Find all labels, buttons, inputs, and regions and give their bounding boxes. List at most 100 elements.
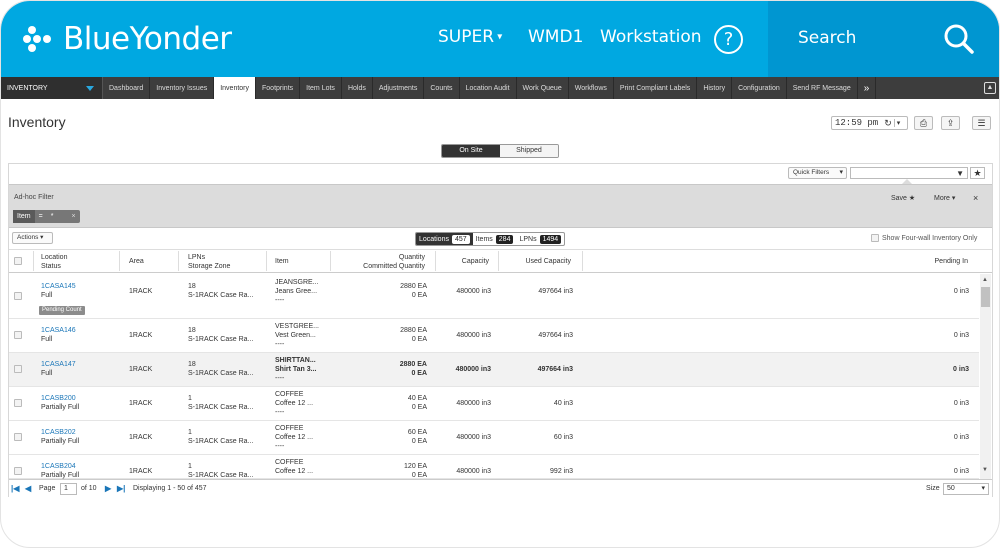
four-wall-label: Show Four-wall Inventory Only: [882, 234, 978, 242]
quantity-cell: 2880 EA: [400, 327, 427, 334]
funnel-icon[interactable]: ▼: [956, 169, 964, 178]
col-quantity[interactable]: Quantity Committed Quantity: [331, 253, 425, 271]
tab-counts[interactable]: Counts: [424, 77, 460, 99]
quantity-cell: 60 EA: [407, 429, 427, 436]
used-capacity-cell: 60 in3: [553, 434, 573, 441]
location-link[interactable]: 1CASA147: [41, 360, 76, 369]
actions-dropdown[interactable]: Actions ▾: [12, 232, 53, 244]
save-filter-button[interactable]: Save ★: [891, 194, 915, 202]
location-link[interactable]: 1CASB202: [41, 428, 76, 437]
used-capacity-cell: 497664 in3: [538, 332, 573, 339]
table-row[interactable]: [9, 387, 979, 421]
tab-history[interactable]: History: [697, 77, 733, 99]
count-badge: 284: [495, 234, 514, 244]
table-row[interactable]: [9, 421, 979, 455]
tab-configuration[interactable]: Configuration: [732, 77, 787, 99]
warehouse-selector[interactable]: WMD1: [528, 27, 583, 47]
segment-label: Items: [475, 235, 493, 243]
page-size-label: Size: [926, 485, 940, 492]
chevron-down-icon: [86, 85, 94, 91]
tab-holds[interactable]: Holds: [342, 77, 373, 99]
global-search[interactable]: Search: [768, 1, 999, 77]
select-all-checkbox[interactable]: [14, 257, 22, 265]
row-checkbox[interactable]: [14, 331, 22, 339]
four-wall-toggle[interactable]: Show Four-wall Inventory Only: [871, 234, 977, 242]
help-icon[interactable]: ?: [714, 25, 743, 54]
filter-field: Item: [13, 210, 35, 223]
col-capacity[interactable]: Capacity: [441, 257, 489, 266]
close-icon[interactable]: ×: [973, 193, 978, 203]
four-wall-checkbox[interactable]: [871, 234, 879, 242]
tab-work-queue[interactable]: Work Queue: [517, 77, 569, 99]
segment-lpns[interactable]: LPNs 1494: [516, 233, 564, 245]
refresh-time-control[interactable]: 12:59 pm ↻ ▾: [831, 116, 908, 130]
scroll-down-icon[interactable]: ▼: [982, 467, 988, 473]
col-pending-in[interactable]: Pending In: [901, 257, 968, 266]
segment-items[interactable]: Items 284: [473, 233, 517, 245]
table-row[interactable]: [9, 353, 979, 387]
filter-pill[interactable]: Item = * ×: [13, 210, 80, 223]
chevron-down-icon[interactable]: ▾: [893, 119, 900, 127]
workstation-link[interactable]: Workstation: [600, 27, 702, 47]
layout-settings-icon[interactable]: ☰: [972, 116, 991, 130]
col-lpns[interactable]: LPNs Storage Zone: [188, 253, 230, 271]
page-size-select[interactable]: 50: [943, 483, 989, 495]
tab-footprints[interactable]: Footprints: [256, 77, 301, 99]
tab-dashboard[interactable]: Dashboard: [103, 77, 151, 99]
app-window: BlueYonder SUPER ▾ WMD1 Workstation ? Se…: [0, 0, 1000, 548]
favorite-star-icon[interactable]: ★: [970, 167, 985, 179]
table-row[interactable]: [9, 319, 979, 353]
row-checkbox[interactable]: [14, 292, 22, 300]
location-link[interactable]: 1CASA146: [41, 326, 76, 335]
col-committed-label: Committed Quantity: [363, 263, 425, 270]
tab-inventory[interactable]: Inventory: [214, 77, 257, 99]
storage-zone-cell: S-1RACK Case Ra...: [188, 438, 254, 445]
page-input[interactable]: 1: [60, 483, 77, 495]
toggle-on-site[interactable]: On Site: [442, 145, 500, 157]
more-menu[interactable]: More ▾: [934, 194, 955, 202]
location-link[interactable]: 1CASB200: [41, 394, 76, 403]
col-area[interactable]: Area: [129, 257, 144, 266]
export-icon[interactable]: ⇪: [941, 116, 960, 130]
tab-print-compliant-labels[interactable]: Print Compliant Labels: [614, 77, 698, 99]
last-page-icon[interactable]: ▶|: [117, 484, 125, 493]
prev-page-icon[interactable]: ◀: [25, 484, 31, 493]
tab-adjustments[interactable]: Adjustments: [373, 77, 425, 99]
col-used-capacity[interactable]: Used Capacity: [501, 257, 571, 266]
row-checkbox[interactable]: [14, 365, 22, 373]
print-icon[interactable]: ⎙: [914, 116, 933, 130]
col-location[interactable]: Location Status: [41, 253, 67, 271]
storage-zone-cell: S-1RACK Case Ra...: [188, 404, 254, 411]
item-extra: ----: [275, 297, 285, 304]
table-row[interactable]: [9, 274, 979, 319]
toggle-shipped[interactable]: Shipped: [500, 145, 558, 157]
col-item[interactable]: Item: [275, 257, 289, 266]
tab-inventory-issues[interactable]: Inventory Issues: [150, 77, 215, 99]
first-page-icon[interactable]: |◀: [11, 484, 19, 493]
tab-location-audit[interactable]: Location Audit: [460, 77, 517, 99]
location-link[interactable]: 1CASB204: [41, 462, 76, 471]
row-checkbox[interactable]: [14, 467, 22, 475]
scrollbar-thumb[interactable]: [981, 287, 990, 307]
quick-filter-input[interactable]: ▼: [850, 167, 968, 179]
tab-item-lots[interactable]: Item Lots: [300, 77, 342, 99]
brand-logo[interactable]: BlueYonder: [23, 19, 232, 59]
module-selector[interactable]: INVENTORY: [1, 77, 103, 99]
row-checkbox[interactable]: [14, 399, 22, 407]
tab-send-rf-message[interactable]: Send RF Message: [787, 77, 858, 99]
grid-scrollbar[interactable]: ▲ ▼: [980, 274, 991, 479]
table-row[interactable]: [9, 455, 979, 479]
tab-workflows[interactable]: Workflows: [569, 77, 614, 99]
segment-locations[interactable]: Locations 457: [416, 233, 473, 245]
scroll-up-icon[interactable]: ▲: [982, 277, 988, 283]
more-tabs-icon[interactable]: »: [858, 77, 877, 99]
quick-filters-dropdown[interactable]: Quick Filters: [788, 167, 847, 179]
refresh-icon[interactable]: ↻: [884, 118, 892, 129]
collapse-button[interactable]: ▲: [979, 77, 999, 99]
location-link[interactable]: 1CASA145: [41, 282, 76, 291]
user-menu[interactable]: SUPER ▾: [438, 27, 502, 47]
row-checkbox[interactable]: [14, 433, 22, 441]
remove-filter-icon[interactable]: ×: [67, 213, 79, 220]
next-page-icon[interactable]: ▶: [105, 484, 111, 493]
search-icon[interactable]: [943, 23, 975, 55]
